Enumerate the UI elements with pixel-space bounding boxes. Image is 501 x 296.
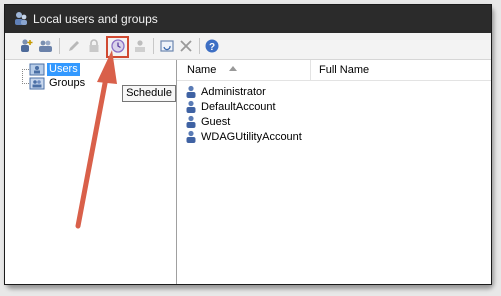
annotation-arrow <box>75 50 117 229</box>
